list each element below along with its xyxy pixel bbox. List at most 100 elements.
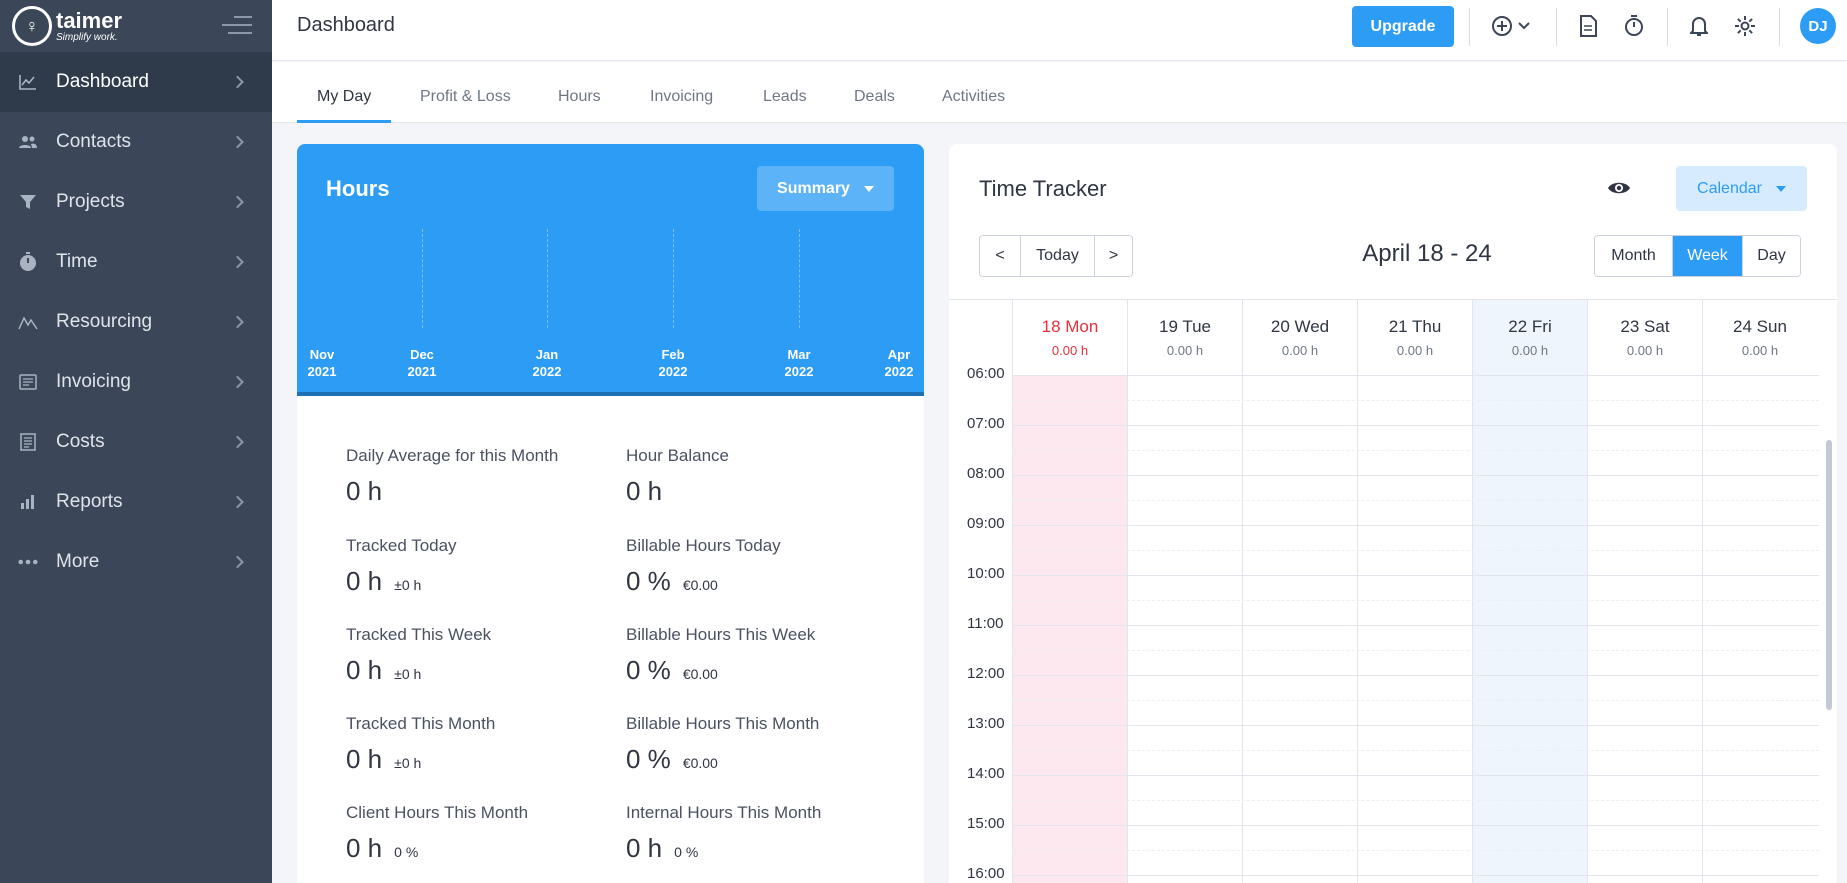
sidebar-item-time[interactable]: Time <box>0 232 272 292</box>
sidebar-item-contacts[interactable]: Contacts <box>0 112 272 172</box>
chevron-right-icon <box>231 315 244 329</box>
sidebar-item-label: Costs <box>56 431 105 452</box>
sidebar-item-label: Time <box>56 251 98 272</box>
time-tracker-card: Time Tracker Calendar < Today > April 18… <box>949 144 1837 883</box>
time-label: 16:00 <box>967 865 1005 882</box>
timer-icon[interactable] <box>1620 12 1648 40</box>
time-label: 07:00 <box>967 415 1005 432</box>
brand-logo[interactable]: ♀ taimer Simplify work. <box>0 0 272 52</box>
stat-internal-hours: Internal Hours This Month 0 h0 % <box>626 803 822 863</box>
view-month-button[interactable]: Month <box>1595 236 1672 276</box>
prev-week-button[interactable]: < <box>980 236 1020 276</box>
tab-hours[interactable]: Hours <box>558 62 601 123</box>
add-new-icon[interactable] <box>1490 12 1536 40</box>
chevron-right-icon <box>231 435 244 449</box>
view-week-button[interactable]: Week <box>1672 236 1742 276</box>
chart-month-label: Dec 2021 <box>407 347 437 379</box>
time-label: 11:00 <box>967 615 1004 632</box>
stat-daily-average: Daily Average for this Month 0 h <box>346 446 559 506</box>
toolbar-divider <box>1556 8 1557 46</box>
time-label: 14:00 <box>967 765 1005 782</box>
time-label: 09:00 <box>967 515 1005 532</box>
dashboard-tabs: My Day Profit & Loss Hours Invoicing Lea… <box>272 62 1847 123</box>
sidebar-item-label: Reports <box>56 491 123 512</box>
menu-toggle-icon[interactable] <box>222 14 252 36</box>
tab-deals[interactable]: Deals <box>854 62 895 123</box>
chevron-right-icon <box>231 495 244 509</box>
sidebar-item-invoicing[interactable]: Invoicing <box>0 352 272 412</box>
next-week-button[interactable]: > <box>1094 236 1132 276</box>
people-icon <box>18 132 38 152</box>
sidebar-nav: Dashboard Contacts Projects Time Resourc… <box>0 52 272 592</box>
tab-my-day[interactable]: My Day <box>296 62 392 123</box>
calendar-scrollbar[interactable] <box>1826 440 1832 710</box>
invoice-icon <box>18 372 38 392</box>
chevron-right-icon <box>231 555 244 569</box>
top-bar: Dashboard Upgrade DJ <box>272 0 1847 61</box>
tab-profit-loss[interactable]: Profit & Loss <box>420 62 511 123</box>
chart-gridline <box>547 229 548 328</box>
sidebar: ♀ taimer Simplify work. Dashboard Contac… <box>0 0 272 883</box>
page-title: Dashboard <box>297 14 395 36</box>
sidebar-item-reports[interactable]: Reports <box>0 472 272 532</box>
hours-title: Hours <box>326 176 390 201</box>
view-day-button[interactable]: Day <box>1742 236 1800 276</box>
chart-month-label: Jan 2022 <box>532 347 562 379</box>
bell-icon[interactable] <box>1685 12 1713 40</box>
caret-down-icon <box>863 185 874 192</box>
date-navigation: < Today > <box>979 235 1133 277</box>
tab-activities[interactable]: Activities <box>942 62 1005 123</box>
stat-tracked-week: Tracked This Week 0 h ±0 h <box>346 625 492 685</box>
tab-invoicing[interactable]: Invoicing <box>650 62 713 123</box>
chart-gridline <box>799 229 800 328</box>
hours-card: Hours Summary Nov 2021 Dec 2021 Jan 2022 Fe… <box>297 144 924 883</box>
sidebar-item-more[interactable]: More <box>0 532 272 592</box>
dots-icon <box>18 552 38 572</box>
sidebar-item-projects[interactable]: Projects <box>0 172 272 232</box>
time-label: 15:00 <box>967 815 1005 832</box>
chart-month-label: Nov 2021 <box>307 347 337 379</box>
chart-icon <box>18 72 38 92</box>
user-avatar[interactable]: DJ <box>1800 8 1836 44</box>
receipt-icon <box>18 432 38 452</box>
day-column-thu[interactable]: 21 Thu 0.00 h <box>1357 300 1472 883</box>
taimer-logo-icon: ♀ <box>12 6 52 46</box>
chart-month-label: Apr 2022 <box>884 347 914 379</box>
chevron-right-icon <box>231 195 244 209</box>
eye-icon[interactable] <box>1605 174 1633 202</box>
bar-chart-icon <box>18 492 38 512</box>
stat-tracked-today: Tracked Today 0 h ±0 h <box>346 536 457 596</box>
day-column-sun[interactable]: 24 Sun 0.00 h <box>1702 300 1817 883</box>
sidebar-item-costs[interactable]: Costs <box>0 412 272 472</box>
calendar-label: Calendar <box>1697 179 1762 197</box>
day-column-mon[interactable]: 18 Mon 0.00 h <box>1012 300 1127 883</box>
stat-billable-today: Billable Hours Today 0 % €0.00 <box>626 536 781 596</box>
date-range-label: April 18 - 24 <box>1362 240 1492 267</box>
sidebar-item-resourcing[interactable]: Resourcing <box>0 292 272 352</box>
summary-label: Summary <box>777 179 850 197</box>
day-column-fri[interactable]: 22 Fri 0.00 h <box>1472 300 1587 883</box>
upgrade-button[interactable]: Upgrade <box>1352 6 1454 47</box>
toolbar-divider <box>1469 8 1470 46</box>
tab-leads[interactable]: Leads <box>763 62 807 123</box>
toolbar-divider <box>1667 8 1668 46</box>
sidebar-item-label: Invoicing <box>56 371 131 392</box>
sidebar-item-dashboard[interactable]: Dashboard <box>0 52 272 112</box>
sidebar-item-label: Resourcing <box>56 311 153 332</box>
stat-client-hours: Client Hours This Month 0 h0 % <box>346 803 529 863</box>
chevron-right-icon <box>231 375 244 389</box>
today-button[interactable]: Today <box>1020 236 1094 276</box>
day-column-wed[interactable]: 20 Wed 0.00 h <box>1242 300 1357 883</box>
sidebar-item-label: Dashboard <box>56 71 149 92</box>
calendar-dropdown[interactable]: Calendar <box>1676 166 1807 211</box>
document-icon[interactable] <box>1574 12 1602 40</box>
funnel-icon <box>18 192 38 212</box>
chart-month-label: Feb 2022 <box>658 347 688 379</box>
caret-down-icon <box>1775 185 1786 192</box>
day-column-sat[interactable]: 23 Sat 0.00 h <box>1587 300 1702 883</box>
time-label: 13:00 <box>967 715 1005 732</box>
gear-icon[interactable] <box>1731 12 1759 40</box>
resourcing-icon <box>18 312 38 332</box>
summary-dropdown[interactable]: Summary <box>757 166 894 211</box>
day-column-tue[interactable]: 19 Tue 0.00 h <box>1127 300 1242 883</box>
